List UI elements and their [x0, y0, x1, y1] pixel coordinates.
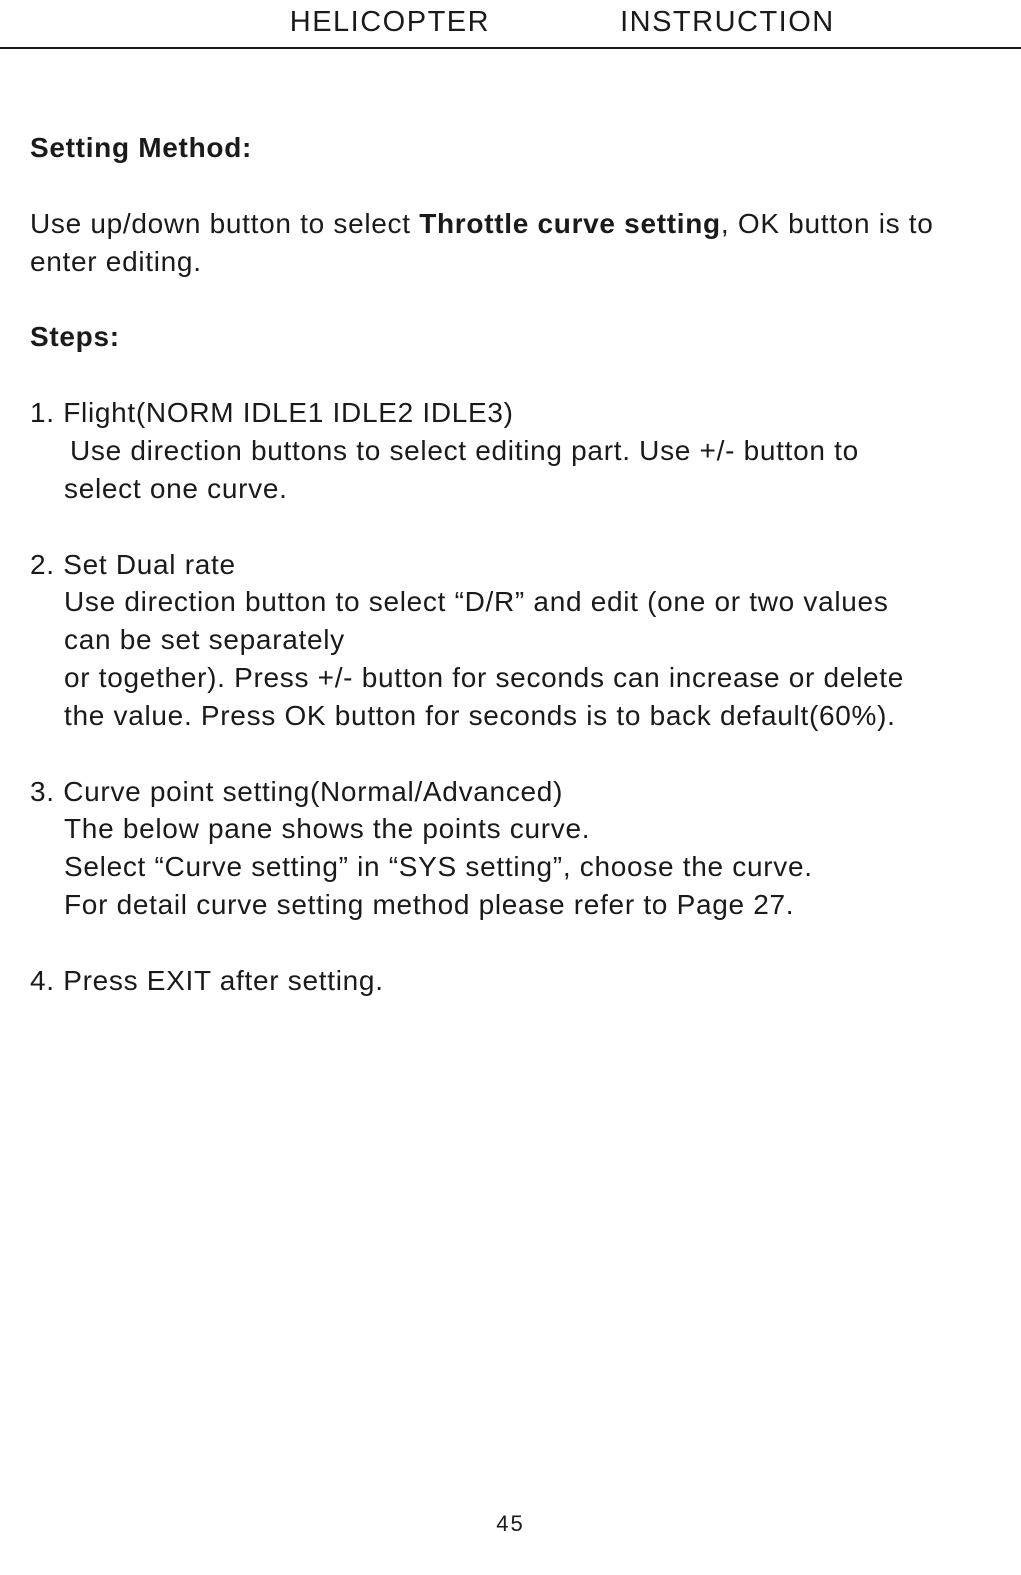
page-number: 45 — [0, 1511, 1021, 1537]
step-2-heading: 2. Set Dual rate — [30, 546, 991, 584]
step-1-body-line-2: select one curve. — [30, 470, 991, 508]
step-2: 2. Set Dual rate Use direction button to… — [30, 546, 991, 735]
intro-bold: Throttle curve setting — [419, 208, 721, 239]
step-2-body-line-1: Use direction button to select “D/R” and… — [30, 583, 991, 621]
intro-pre: Use up/down button to select — [30, 208, 419, 239]
step-3-body-line-1: The below pane shows the points curve. — [30, 810, 991, 848]
step-3-body-line-3: For detail curve setting method please r… — [30, 886, 991, 924]
step-1: 1. Flight(NORM IDLE1 IDLE2 IDLE3) Use di… — [30, 394, 991, 507]
step-2-body-line-2: can be set separately — [30, 621, 991, 659]
step-1-heading: 1. Flight(NORM IDLE1 IDLE2 IDLE3) — [30, 394, 991, 432]
step-2-body-line-3: or together). Press +/- button for secon… — [30, 659, 991, 697]
step-3-body-line-2: Select “Curve setting” in “SYS setting”,… — [30, 848, 991, 886]
header-right: INSTRUCTION — [490, 6, 1021, 39]
step-3-heading: 3. Curve point setting(Normal/Advanced) — [30, 773, 991, 811]
step-1-body-line-1: Use direction buttons to select editing … — [30, 432, 991, 470]
step-3: 3. Curve point setting(Normal/Advanced) … — [30, 773, 991, 924]
setting-method-title: Setting Method: — [30, 129, 991, 167]
step-2-body-line-4: the value. Press OK button for seconds i… — [30, 697, 991, 735]
step-4: 4. Press EXIT after setting. — [30, 962, 991, 1000]
page-content: Setting Method: Use up/down button to se… — [0, 49, 1021, 1000]
intro-paragraph: Use up/down button to select Throttle cu… — [30, 205, 991, 281]
header-left: HELICOPTER — [0, 6, 490, 39]
page-container: HELICOPTER INSTRUCTION Setting Method: U… — [0, 0, 1021, 1575]
page-header: HELICOPTER INSTRUCTION — [0, 0, 1021, 49]
steps-title: Steps: — [30, 318, 991, 356]
step-4-heading: 4. Press EXIT after setting. — [30, 962, 991, 1000]
